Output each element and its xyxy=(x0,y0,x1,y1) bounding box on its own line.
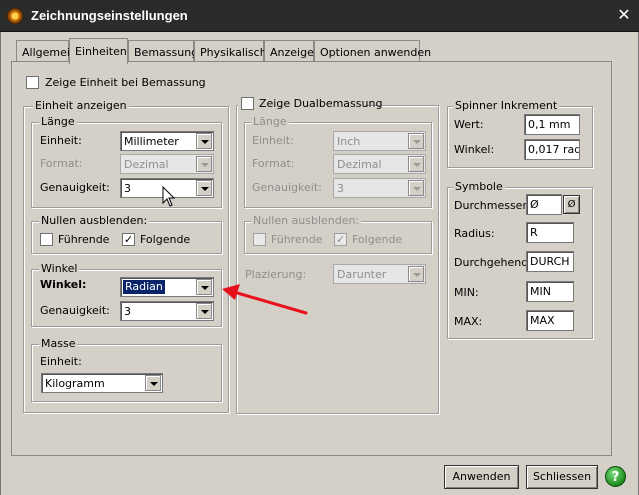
angle-label: Winkel: xyxy=(40,278,87,291)
leading-zeros-label: Führende xyxy=(58,233,110,246)
tab-anzeige[interactable]: Anzeige xyxy=(264,40,314,62)
through-input[interactable]: DURCH xyxy=(526,251,574,272)
show-unit-checkbox[interactable] xyxy=(26,76,39,89)
dual-length-title: Länge xyxy=(251,115,289,128)
diameter-input[interactable]: Ø xyxy=(526,194,562,215)
unit-display-title: Einheit anzeigen xyxy=(33,99,129,112)
spinner-value-input[interactable]: 0,1 mm xyxy=(524,114,580,135)
dual-precision-select[interactable]: 3 xyxy=(333,178,426,198)
dual-leading-zeros-checkbox[interactable] xyxy=(253,233,266,246)
tab-physikalisch[interactable]: Physikalisch xyxy=(194,40,267,62)
symbols-title: Symbole xyxy=(453,180,505,193)
dual-dimension-label: Zeige Dualbemassung xyxy=(259,97,383,110)
chevron-down-icon[interactable] xyxy=(196,133,212,149)
spinner-angle-label: Winkel: xyxy=(454,143,495,156)
hide-zeros-title: Nullen ausblenden: xyxy=(39,214,150,227)
angle-select[interactable]: Radian xyxy=(120,277,214,297)
tab-optionen-anwenden[interactable]: Optionen anwenden xyxy=(314,40,431,62)
dual-trailing-zeros-label: Folgende xyxy=(352,233,403,246)
chevron-down-icon[interactable] xyxy=(145,375,161,391)
help-icon[interactable]: ? xyxy=(605,466,626,487)
window-title: Zeichnungseinstellungen xyxy=(31,8,188,23)
angle-precision-select[interactable]: 3 xyxy=(120,301,214,321)
dual-unit-label: Einheit: xyxy=(252,134,294,147)
chevron-down-icon[interactable] xyxy=(196,156,212,172)
tab-allgemein[interactable]: Allgemein xyxy=(16,40,77,62)
dual-leading-zeros-label: Führende xyxy=(271,233,323,246)
tab-einheiten[interactable]: Einheiten xyxy=(69,38,128,64)
mass-unit-select[interactable]: Kilogramm xyxy=(41,373,163,393)
mouse-cursor-icon xyxy=(162,186,176,207)
dual-unit-select[interactable]: Inch xyxy=(333,131,426,151)
chevron-down-icon[interactable] xyxy=(408,266,424,282)
diameter-label: Durchmesser: xyxy=(454,199,531,212)
radius-input[interactable]: R xyxy=(526,222,574,243)
length-precision-label: Genauigkeit: xyxy=(40,181,110,194)
max-input[interactable]: MAX xyxy=(526,310,574,331)
min-input[interactable]: MIN xyxy=(526,281,574,302)
angle-precision-label: Genauigkeit: xyxy=(40,304,110,317)
title-bar: Zeichnungseinstellungen ✕ xyxy=(0,0,639,32)
trailing-zeros-checkbox[interactable]: ✓ xyxy=(122,233,135,246)
dual-trailing-zeros-checkbox[interactable]: ✓ xyxy=(334,233,347,246)
trailing-zeros-label: Folgende xyxy=(140,233,191,246)
spinner-angle-input[interactable]: 0,017 radia xyxy=(524,139,580,160)
angle-title: Winkel xyxy=(39,262,80,275)
chevron-down-icon[interactable] xyxy=(196,279,212,295)
radius-label: Radius: xyxy=(454,227,495,240)
chevron-down-icon[interactable] xyxy=(408,133,424,149)
dual-precision-label: Genauigkeit: xyxy=(252,181,322,194)
chevron-down-icon[interactable] xyxy=(196,303,212,319)
length-format-select[interactable]: Dezimal xyxy=(120,154,214,174)
length-format-label: Format: xyxy=(40,157,83,170)
min-label: MIN: xyxy=(454,286,479,299)
close-window-button[interactable]: ✕ xyxy=(614,5,634,25)
annotation-arrow-icon xyxy=(222,284,308,315)
placement-select[interactable]: Darunter xyxy=(333,264,426,284)
dual-format-select[interactable]: Dezimal xyxy=(333,154,426,174)
show-unit-label: Zeige Einheit bei Bemassung xyxy=(45,76,206,89)
dual-hide-zeros-title: Nullen ausblenden: xyxy=(251,214,362,227)
diameter-symbol-button[interactable]: Ø xyxy=(563,195,580,214)
app-icon xyxy=(7,8,23,24)
chevron-down-icon[interactable] xyxy=(408,180,424,196)
mass-unit-label: Einheit: xyxy=(40,355,82,368)
spinner-title: Spinner Inkrement xyxy=(453,99,560,112)
close-button[interactable]: Schliessen xyxy=(526,465,598,489)
dual-format-label: Format: xyxy=(252,157,295,170)
leading-zeros-checkbox[interactable] xyxy=(40,233,53,246)
chevron-down-icon[interactable] xyxy=(196,180,212,196)
dual-dimension-checkbox[interactable] xyxy=(241,97,254,110)
spinner-value-label: Wert: xyxy=(454,118,484,131)
length-unit-select[interactable]: Millimeter xyxy=(120,131,214,151)
mass-title: Masse xyxy=(39,337,78,350)
max-label: MAX: xyxy=(454,315,483,328)
apply-button[interactable]: Anwenden xyxy=(444,465,519,489)
length-unit-label: Einheit: xyxy=(40,134,82,147)
tab-bemassung[interactable]: Bemassung xyxy=(128,40,198,62)
chevron-down-icon[interactable] xyxy=(408,156,424,172)
length-title: Länge xyxy=(39,115,77,128)
through-label: Durchgehend: xyxy=(454,256,532,269)
